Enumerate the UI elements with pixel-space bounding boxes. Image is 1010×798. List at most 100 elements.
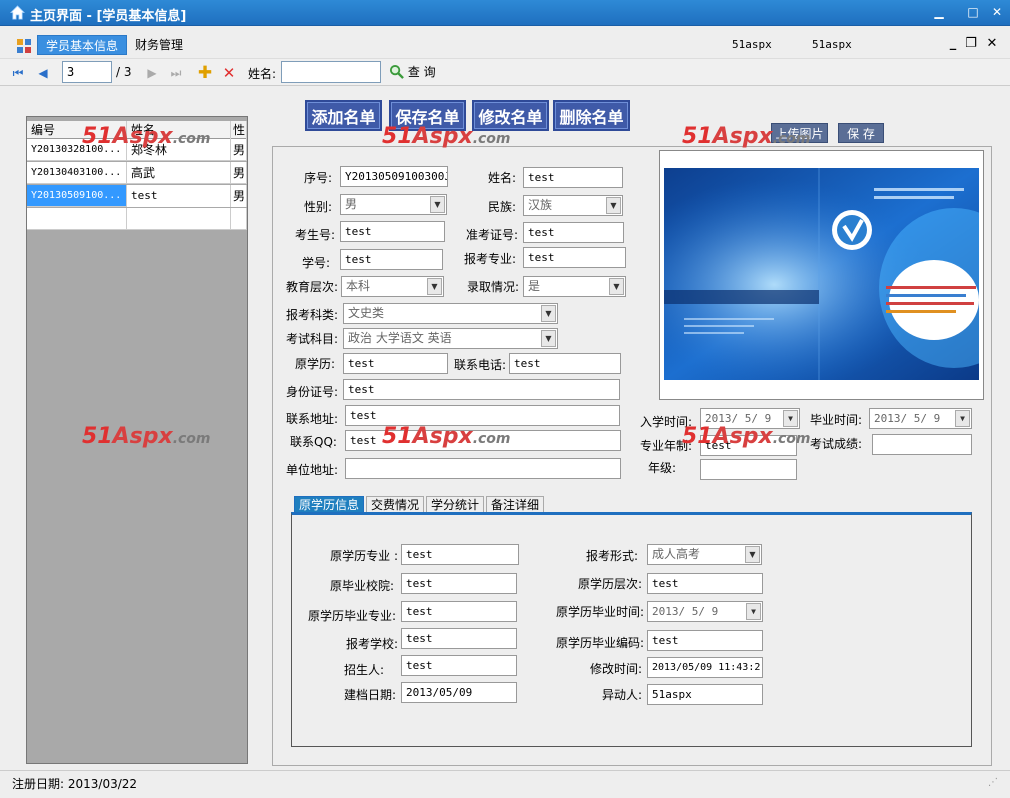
gender-select[interactable]: 男 ▼ [340, 194, 447, 215]
menu-finance[interactable]: 财务管理 [127, 35, 191, 55]
first-page-icon[interactable]: ⏮ [9, 64, 27, 82]
add-icon[interactable]: ✚ [196, 64, 214, 82]
table-row-selected[interactable]: Y20130509100... test 男 [27, 185, 247, 207]
chevron-down-icon: ▼ [606, 197, 621, 214]
column-header-id[interactable]: 编号 [27, 121, 127, 139]
close-icon[interactable]: ✕ [986, 3, 1008, 21]
name-search-input[interactable] [281, 61, 381, 83]
link-51aspx-1[interactable]: 51aspx [732, 38, 772, 51]
prev-page-icon[interactable]: ◀ [34, 64, 52, 82]
qq-field[interactable]: test [345, 430, 621, 451]
exam-form-value: 成人高考 [652, 547, 701, 561]
prev-level-field[interactable]: test [647, 573, 763, 594]
exam-form-select[interactable]: 成人高考 ▼ [647, 544, 762, 565]
prev-grad-time-value: 2013/ 5/ 9 [652, 605, 719, 618]
admission-no-field[interactable]: test [523, 222, 624, 243]
student-list-grid[interactable]: 编号 姓名 性 Y20130328100... 郑冬林 男 Y201304031… [26, 116, 248, 764]
prev-major-field[interactable]: test [401, 544, 519, 565]
link-51aspx-2[interactable]: 51aspx [812, 38, 852, 51]
prev-grad-code-label: 原学历毕业编码: [555, 636, 644, 650]
cell-name: 高武 [127, 162, 231, 184]
tab-remarks[interactable]: 备注详细 [486, 496, 545, 513]
subjects-select[interactable]: 政治 大学语文 英语 ▼ [343, 328, 558, 349]
prev-grad-time-picker[interactable]: 2013/ 5/ 9 ▼ [647, 601, 763, 622]
entry-date-picker[interactable]: 2013/ 5/ 9 ▼ [700, 408, 800, 429]
id-label: 身份证号: [285, 385, 338, 399]
menu-student-info[interactable]: 学员基本信息 [37, 35, 128, 55]
name-field[interactable]: test [523, 167, 623, 188]
resize-grip-icon[interactable]: ⋰ [988, 777, 998, 788]
enroll-select[interactable]: 是 ▼ [523, 276, 626, 297]
create-date-field[interactable]: 2013/05/09 [401, 682, 517, 703]
grad-date-value: 2013/ 5/ 9 [874, 412, 941, 425]
tab-payment[interactable]: 交费情况 [366, 496, 425, 513]
mdi-minimize-icon[interactable]: _ [944, 36, 962, 52]
prev-grad-major-field[interactable]: test [401, 601, 517, 622]
entry-date-label: 入学时间: [639, 415, 692, 429]
minimize-icon[interactable]: ▁ [928, 3, 950, 21]
address-field[interactable]: test [345, 405, 620, 426]
changer-field[interactable]: 51aspx [647, 684, 763, 705]
save-list-button[interactable]: 保存名单 [389, 100, 466, 131]
table-row[interactable]: Y20130328100... 郑冬林 男 [27, 139, 247, 161]
student-no-field[interactable]: test [340, 249, 443, 270]
search-button[interactable]: 查 询 [389, 63, 436, 83]
id-field[interactable]: test [343, 379, 620, 400]
category-label: 报考科类: [285, 308, 338, 322]
table-row[interactable]: Y20130403100... 高武 男 [27, 162, 247, 184]
mdi-restore-icon[interactable]: ❐ [962, 36, 980, 52]
prev-grad-code-field[interactable]: test [647, 630, 763, 651]
gender-value: 男 [345, 197, 358, 211]
add-list-button[interactable]: 添加名单 [305, 100, 382, 131]
score-label: 考试成绩: [809, 437, 862, 451]
grade-field[interactable] [700, 459, 797, 480]
save-photo-button[interactable]: 保 存 [838, 123, 884, 143]
app-menu-icon[interactable] [16, 38, 32, 54]
cell-id: Y20130509100... [27, 185, 127, 207]
prev-school-label: 原毕业校院: [329, 579, 394, 593]
tab-credits[interactable]: 学分统计 [426, 496, 485, 513]
duration-field[interactable]: test [700, 435, 797, 456]
grad-date-picker[interactable]: 2013/ 5/ 9 ▼ [869, 408, 972, 429]
work-address-field[interactable] [345, 458, 621, 479]
phone-field[interactable]: test [509, 353, 621, 374]
column-header-name[interactable]: 姓名 [127, 121, 231, 139]
ethnicity-select[interactable]: 汉族 ▼ [523, 195, 623, 216]
edu-level-label: 教育层次: [285, 280, 338, 294]
maximize-icon[interactable]: □ [962, 3, 984, 21]
edu-level-select[interactable]: 本科 ▼ [341, 276, 444, 297]
apply-school-field[interactable]: test [401, 628, 517, 649]
tab-prev-education[interactable]: 原学历信息 [294, 496, 365, 513]
column-header-gender[interactable]: 性 [231, 121, 247, 139]
subjects-value: 政治 大学语文 英语 [348, 331, 452, 345]
category-select[interactable]: 文史类 ▼ [343, 303, 558, 324]
prev-school-field[interactable]: test [401, 573, 517, 594]
cell-gender-empty [231, 208, 247, 230]
create-date-label: 建档日期: [343, 688, 396, 702]
category-value: 文史类 [348, 306, 385, 320]
table-row-new[interactable] [27, 208, 247, 230]
admission-no-label: 准考证号: [465, 228, 518, 242]
modify-time-field[interactable]: 2013/05/09 11:43:2 [647, 657, 763, 678]
changer-label: 异动人: [601, 688, 642, 702]
grade-label: 年级: [647, 461, 676, 475]
delete-icon[interactable]: ✕ [220, 64, 238, 82]
next-page-icon[interactable]: ▶ [143, 64, 161, 82]
seq-field[interactable]: Y20130509100300J [340, 166, 448, 187]
page-number-input[interactable] [62, 61, 112, 83]
mdi-close-icon[interactable]: ✕ [983, 36, 1001, 52]
exam-no-field[interactable]: test [340, 221, 445, 242]
score-field[interactable] [872, 434, 972, 455]
prev-edu-field[interactable]: test [343, 353, 448, 374]
chevron-down-icon: ▼ [430, 196, 445, 213]
last-page-icon[interactable]: ⏭ [167, 64, 185, 82]
cell-name-empty [127, 208, 231, 230]
delete-list-button[interactable]: 删除名单 [553, 100, 630, 131]
modify-list-button[interactable]: 修改名单 [472, 100, 549, 131]
student-photo-frame [659, 150, 984, 400]
recruiter-field[interactable]: test [401, 655, 517, 676]
entry-date-value: 2013/ 5/ 9 [705, 412, 772, 425]
major-field[interactable]: test [523, 247, 626, 268]
cell-id-empty [27, 208, 127, 230]
upload-photo-button[interactable]: 上传图片 [771, 123, 828, 143]
